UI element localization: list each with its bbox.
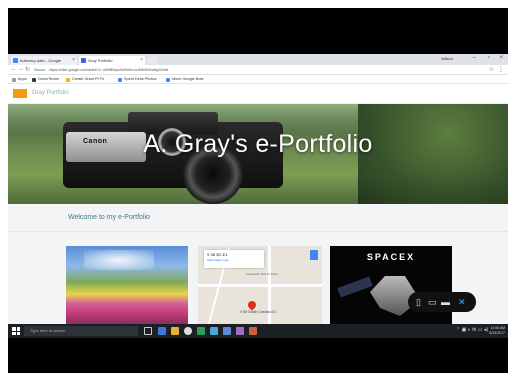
new-tab-button[interactable] — [148, 57, 157, 64]
bookmark-spent-desk[interactable]: Spent Desk Photos — [118, 76, 157, 83]
excel-icon[interactable] — [197, 327, 205, 335]
bookmark-label: Grow/Techie — [38, 77, 60, 81]
map-pin-icon[interactable] — [246, 299, 258, 311]
spacex-logo: SPACEX — [366, 252, 416, 262]
tab-label: Gray Portfolio — [88, 58, 113, 63]
bookmark-create-grant[interactable]: Create Grant Pt Fri — [66, 76, 104, 83]
cloud-shape — [84, 250, 154, 270]
windows-taskbar: Type here to search ⌃ ▣ ◐ ✉ ▭ ◂) 11:06 A… — [8, 324, 508, 338]
taskbar-clock[interactable]: 11:06 AM 8/23/2017 — [489, 326, 505, 336]
map-info-box: 9 S8 $C-E1 View larger map — [204, 250, 264, 268]
system-tray-icons[interactable]: ⌃ ▣ ◐ ✉ ▭ ◂) — [456, 327, 488, 333]
bookmarks-bar: Apps Grow/Techie Create Grant Pt Fri Spe… — [8, 75, 508, 84]
site-logo[interactable] — [13, 89, 27, 98]
page-title: A. Gray's e-Portfolio — [143, 130, 373, 158]
tab-strip: bottomry-date - Google × Gray Portfolio … — [8, 54, 508, 65]
view-mode-controls: ▯ ▭ ▬ ✕ — [408, 292, 476, 312]
tab-label: bottomry-date - Google — [20, 58, 62, 63]
secure-label: Secure — [34, 68, 46, 72]
bookmark-icon — [32, 77, 36, 82]
maximize-icon[interactable]: ▫ — [488, 55, 490, 61]
close-tab-icon[interactable]: × — [140, 56, 143, 65]
windows-start-icon[interactable] — [12, 327, 20, 335]
video-frame: bottomry-date - Google × Gray Portfolio … — [8, 8, 508, 373]
google-favicon-icon — [13, 58, 18, 63]
bookmark-label: Apps — [18, 77, 27, 81]
close-preview-icon[interactable]: ✕ — [458, 295, 466, 309]
site-name[interactable]: Gray Portfolio — [32, 89, 69, 98]
desktop-view-icon[interactable]: ▬ — [441, 295, 450, 309]
folder-icon — [66, 77, 70, 82]
map-place-label: Cavendish Hall Sr Ross — [246, 272, 278, 276]
map-info-title: 9 S8 $C-E1 — [207, 252, 228, 257]
map-card[interactable]: 9 S8 $C-E1 View larger map Cavendish Hal… — [198, 246, 322, 324]
browser-window: bottomry-date - Google × Gray Portfolio … — [8, 54, 508, 324]
star-icon[interactable]: ☆ — [489, 66, 494, 73]
minimize-icon[interactable]: – — [473, 55, 476, 61]
sites-favicon-icon — [81, 58, 86, 63]
reload-icon[interactable]: ↻ — [25, 66, 30, 73]
bookmark-icon — [118, 77, 122, 82]
tablet-view-icon[interactable]: ▭ — [428, 295, 437, 309]
tab-google-search[interactable]: bottomry-date - Google × — [11, 56, 77, 65]
tab-gray-portfolio[interactable]: Gray Portfolio × — [79, 56, 145, 65]
bookmark-move-google-note[interactable]: Move Google Note — [166, 76, 204, 83]
url-text: https://sites.google.com/a/a/d/1Y..sf0f/… — [49, 68, 169, 72]
street-view-icon[interactable] — [310, 250, 318, 260]
back-icon[interactable]: ← — [11, 66, 17, 72]
pin-label: 9 S8 South Carolina 61 — [240, 310, 277, 314]
forward-icon[interactable]: → — [18, 66, 24, 72]
close-window-icon[interactable]: × — [499, 55, 503, 61]
bookmark-label: Create Grant Pt Fri — [72, 77, 105, 81]
url-field[interactable]: Secure https://sites.google.com/a/a/d/1Y… — [34, 67, 474, 73]
view-larger-map-link[interactable]: View larger map — [207, 258, 229, 262]
hero-banner: Canon A. Gray's e-Portfolio — [8, 104, 508, 204]
clock-date: 8/23/2017 — [489, 331, 505, 335]
app-icon[interactable] — [210, 327, 218, 335]
bookmark-label: Spent Desk Photos — [124, 77, 157, 81]
chrome-icon[interactable] — [184, 327, 192, 335]
app-icon[interactable] — [249, 327, 257, 335]
close-tab-icon[interactable]: × — [72, 56, 75, 65]
bookmark-grow-techie[interactable]: Grow/Techie — [32, 76, 59, 83]
address-bar-row: ← → ↻ Secure https://sites.google.com/a/… — [8, 65, 508, 75]
task-view-icon[interactable] — [144, 327, 152, 335]
solar-panel-shape — [337, 276, 373, 298]
welcome-heading: Welcome to my e-Portfolio — [68, 214, 150, 221]
taskbar-search-input[interactable]: Type here to search — [24, 326, 138, 336]
spacex-image-card[interactable]: SPACEX — [330, 246, 452, 324]
bookmark-apps[interactable]: Apps — [12, 76, 27, 83]
apps-icon — [12, 77, 16, 82]
file-explorer-icon[interactable] — [171, 327, 179, 335]
app-icon[interactable] — [236, 327, 244, 335]
bookmark-label: Move Google Note — [172, 77, 204, 81]
menu-icon[interactable]: ⋮ — [498, 66, 504, 73]
mobile-view-icon[interactable]: ▯ — [416, 295, 421, 309]
flowers-image-card[interactable] — [66, 246, 188, 324]
site-header: Gray Portfolio — [8, 84, 508, 104]
profile-name[interactable]: Allison — [441, 56, 453, 61]
edge-icon[interactable] — [158, 327, 166, 335]
bookmark-icon — [166, 77, 170, 82]
app-icon[interactable] — [223, 327, 231, 335]
section-divider — [8, 231, 508, 232]
